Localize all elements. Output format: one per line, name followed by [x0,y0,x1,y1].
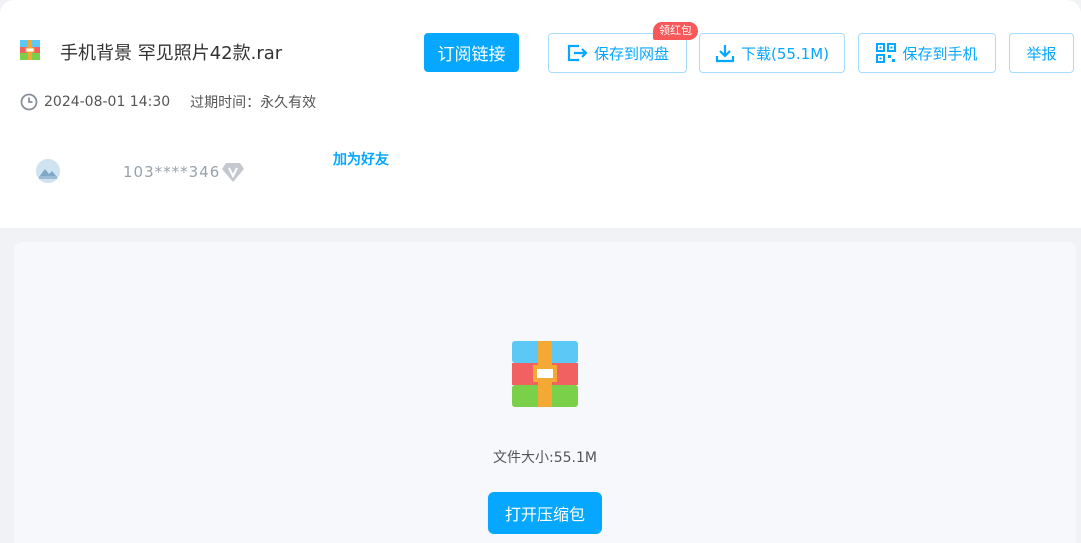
file-preview-area: 文件大小:55.1M 打开压缩包 [14,242,1076,543]
report-button[interactable]: 举报 [1009,33,1074,73]
save-to-phone-label: 保存到手机 [902,44,978,63]
qr-code-icon [876,43,897,63]
open-archive-button[interactable]: 打开压缩包 [488,492,602,534]
username: 103****346 [123,163,221,181]
archive-file-icon-large [512,341,578,407]
meta-row: 2024-08-01 14:30 过期时间：永久有效 [20,92,316,112]
vip-diamond-icon [222,163,244,182]
avatar-image-icon [36,159,60,183]
archive-file-icon [20,40,40,60]
download-icon [715,45,735,63]
save-to-phone-button[interactable]: 保存到手机 [858,33,996,73]
expire-time: 过期时间：永久有效 [190,95,317,111]
add-friend-link[interactable]: 加为好友 [333,149,389,169]
file-size: 文件大小:55.1M [493,450,597,466]
save-to-disk-label: 保存到网盘 [593,44,669,63]
avatar[interactable] [36,159,60,183]
subscribe-button[interactable]: 订阅链接 [424,33,519,72]
share-header-card: 手机背景 罕见照片42款.rar 订阅链接 保存到网盘 领红包 下载(55.1M… [0,0,1081,229]
download-label: 下载(55.1M) [740,44,830,63]
file-title: 手机背景 罕见照片42款.rar [60,43,283,64]
share-date: 2024-08-01 14:30 [44,94,171,110]
clock-icon [20,93,38,111]
red-packet-badge: 领红包 [653,22,698,40]
download-button[interactable]: 下载(55.1M) [699,33,845,73]
save-to-disk-icon [567,44,588,62]
